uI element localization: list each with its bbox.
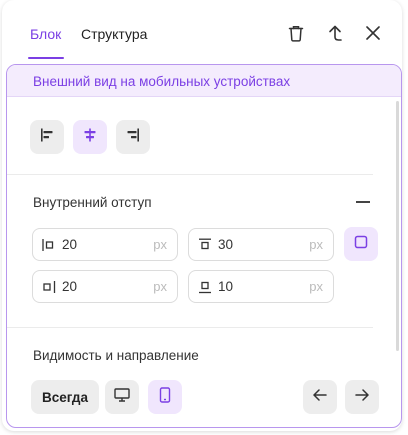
padding-top-value: 30 (218, 237, 234, 252)
mobile-settings-section: Внешний вид на мобильных устройствах Вну… (6, 64, 402, 428)
link-paddings-button[interactable] (344, 227, 378, 261)
padding-left-icon (42, 238, 56, 252)
desktop-icon (114, 387, 130, 407)
align-right-button[interactable] (116, 120, 150, 154)
padding-right-unit: px (153, 279, 167, 294)
padding-right-value: 20 (62, 279, 78, 294)
link-paddings-icon (354, 235, 368, 254)
padding-left-field[interactable]: 20 px (32, 228, 178, 261)
visibility-section-title: Видимость и направление (33, 348, 199, 363)
padding-left-unit: px (153, 237, 167, 252)
arrow-up-icon[interactable] (324, 22, 346, 44)
close-icon[interactable] (362, 22, 384, 44)
padding-bottom-unit: px (309, 279, 323, 294)
tab-structure[interactable]: Структура (81, 26, 147, 42)
padding-bottom-value: 10 (218, 279, 234, 294)
active-tab-indicator (28, 57, 64, 59)
visibility-always-button[interactable]: Всегда (31, 380, 99, 414)
direction-left-button[interactable] (303, 380, 337, 414)
padding-bottom-field[interactable]: 10 px (188, 270, 334, 303)
padding-top-icon (198, 238, 212, 252)
mobile-icon (159, 386, 171, 408)
align-left-button[interactable] (30, 120, 64, 154)
mobile-view-banner: Внешний вид на мобильных устройствах (7, 65, 401, 97)
collapse-minus-icon[interactable] (356, 201, 370, 203)
direction-right-button[interactable] (345, 380, 379, 414)
arrow-right-icon (355, 388, 369, 406)
panel-header: Блок Структура (2, 0, 402, 64)
padding-right-icon (42, 280, 56, 294)
padding-top-unit: px (309, 237, 323, 252)
padding-top-field[interactable]: 30 px (188, 228, 334, 261)
align-right-icon (126, 128, 140, 147)
block-settings-panel: Блок Структура Внешний вид на мобильных … (2, 0, 402, 431)
divider (7, 327, 373, 328)
padding-left-value: 20 (62, 237, 78, 252)
tab-block[interactable]: Блок (30, 26, 61, 42)
visibility-desktop-button[interactable] (105, 380, 139, 414)
arrow-left-icon (313, 388, 327, 406)
padding-right-field[interactable]: 20 px (32, 270, 178, 303)
padding-section-title: Внутренний отступ (33, 195, 152, 210)
align-left-icon (40, 128, 54, 147)
padding-bottom-icon (198, 280, 212, 294)
visibility-mobile-button[interactable] (148, 380, 182, 414)
divider (7, 174, 373, 175)
scrollbar[interactable] (396, 101, 399, 351)
align-center-button[interactable] (73, 120, 107, 154)
align-center-icon (83, 128, 97, 147)
trash-icon[interactable] (285, 22, 307, 44)
